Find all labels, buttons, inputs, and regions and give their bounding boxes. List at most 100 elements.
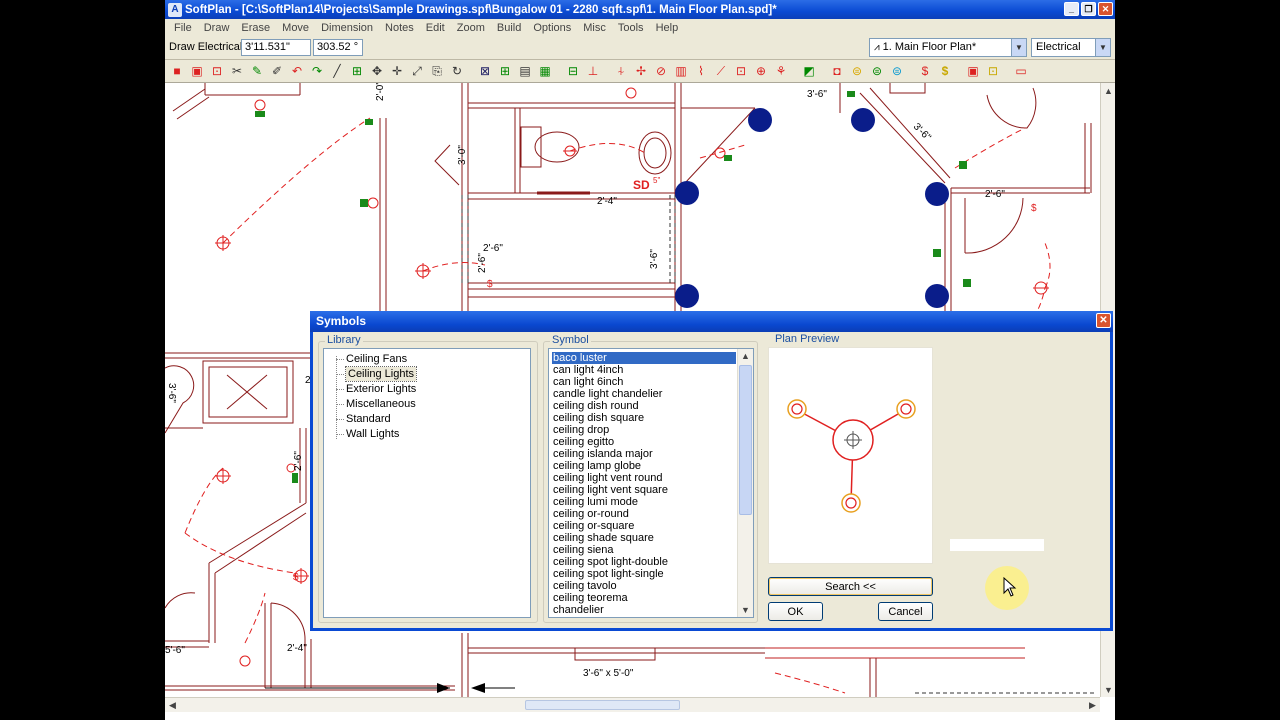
lock-icon[interactable]: ⊡ [208, 62, 226, 80]
menu-build[interactable]: Build [491, 22, 527, 34]
symbol-item[interactable]: candle light chandelier [552, 388, 736, 400]
symbol-item[interactable]: can light 4inch [552, 364, 736, 376]
pan-icon[interactable]: ✛ [388, 62, 406, 80]
exterior-light-icon[interactable]: ⚘ [772, 62, 790, 80]
edit-icon[interactable]: ✎ [248, 62, 266, 80]
tv-icon[interactable]: ▭ [1012, 62, 1030, 80]
symbol-item[interactable]: ceiling shade square [552, 532, 736, 544]
zoom-prev-icon[interactable]: ▤ [516, 62, 534, 80]
undo-icon[interactable]: ↶ [288, 62, 306, 80]
library-item-exterior-lights[interactable]: Exterior Lights [335, 382, 416, 396]
symbol-item[interactable]: ceiling lumi mode [552, 496, 736, 508]
menu-help[interactable]: Help [650, 22, 685, 34]
phone-icon[interactable]: ⊕ [752, 62, 770, 80]
symbol-list[interactable]: baco luster can light 4inch can light 6i… [548, 348, 754, 618]
ceiling-light-icon[interactable]: ✢ [632, 62, 650, 80]
cancel-button[interactable]: Cancel [878, 602, 933, 621]
minimize-button[interactable]: _ [1064, 2, 1079, 16]
switch-icon[interactable]: ⟋ [712, 62, 730, 80]
symbol-item[interactable]: ceiling drop [552, 424, 736, 436]
symbol-item[interactable]: chandelier [552, 604, 736, 616]
symbol-item[interactable]: ceiling or-square [552, 520, 736, 532]
stretch-icon[interactable]: ⤢ [408, 62, 426, 80]
symbol-list-scrollbar[interactable]: ▲ ▼ [737, 349, 753, 617]
menu-options[interactable]: Options [527, 22, 577, 34]
fan-icon[interactable]: ⊘ [652, 62, 670, 80]
menu-zoom[interactable]: Zoom [451, 22, 491, 34]
close-button[interactable]: ✕ [1098, 2, 1113, 16]
symbol-list-scroll-thumb[interactable] [739, 365, 752, 515]
draw-line-icon[interactable]: ╱ [328, 62, 346, 80]
bell-icon[interactable]: ⊡ [984, 62, 1002, 80]
panel-icon[interactable]: ▥ [672, 62, 690, 80]
save-icon[interactable]: ■ [168, 62, 186, 80]
symbol-item[interactable]: baco luster [552, 352, 736, 364]
redo-icon[interactable]: ↷ [308, 62, 326, 80]
symbol-item[interactable]: ceiling spot light-single [552, 568, 736, 580]
library-item-ceiling-lights[interactable]: Ceiling Lights [335, 366, 418, 382]
symbol-item[interactable]: ceiling islanda major [552, 448, 736, 460]
print-icon[interactable]: ▣ [188, 62, 206, 80]
dollar-red-icon[interactable]: $ [916, 62, 934, 80]
scroll-down-icon[interactable]: ▼ [1101, 682, 1115, 697]
symbol-item[interactable]: ceiling teorema [552, 592, 736, 604]
horizontal-scrollbar[interactable]: ◀ ▶ [165, 697, 1100, 712]
erase-icon[interactable]: ✂ [228, 62, 246, 80]
scroll-up-icon[interactable]: ▲ [1101, 83, 1115, 98]
scroll-up-icon[interactable]: ▲ [738, 349, 753, 363]
cable-icon[interactable]: ⊜ [888, 62, 906, 80]
symbol-item[interactable]: ceiling lamp globe [552, 460, 736, 472]
library-item-miscellaneous[interactable]: Miscellaneous [336, 397, 416, 411]
menu-tools[interactable]: Tools [612, 22, 650, 34]
menu-erase[interactable]: Erase [235, 22, 276, 34]
dialog-close-button[interactable]: ✕ [1096, 313, 1111, 328]
library-item-ceiling-fans[interactable]: Ceiling Fans [335, 352, 407, 366]
library-tree[interactable]: Ceiling Fans Ceiling Lights Exterior Lig… [323, 348, 531, 618]
menu-edit[interactable]: Edit [420, 22, 451, 34]
menu-notes[interactable]: Notes [379, 22, 420, 34]
symbol-item[interactable]: ceiling light vent round [552, 472, 736, 484]
library-item-wall-lights[interactable]: Wall Lights [335, 427, 399, 441]
horizontal-scroll-thumb[interactable] [525, 700, 680, 710]
pencil-icon[interactable]: ✐ [268, 62, 286, 80]
zoom-window-icon[interactable]: ⊠ [476, 62, 494, 80]
layer-select[interactable]: Electrical ▼ [1031, 38, 1111, 57]
symbol-item[interactable]: can light 6inch [552, 376, 736, 388]
outlet-icon[interactable]: ⊥ [584, 62, 602, 80]
symbol-item[interactable]: ceiling dish round [552, 400, 736, 412]
symbol-item[interactable]: ceiling spot light-double [552, 556, 736, 568]
library-item-standard[interactable]: Standard [336, 412, 391, 426]
layer-icon[interactable]: ◩ [800, 62, 818, 80]
light-icon[interactable]: ⍭ [612, 62, 630, 80]
receptacle-icon[interactable]: ◘ [828, 62, 846, 80]
rotate-icon[interactable]: ↻ [448, 62, 466, 80]
search-button[interactable]: Search << [768, 577, 933, 596]
ok-button[interactable]: OK [768, 602, 823, 621]
symbol-item[interactable]: ceiling siena [552, 544, 736, 556]
select-icon[interactable]: ⊞ [348, 62, 366, 80]
dimension-icon[interactable]: ⊟ [564, 62, 582, 80]
symbol-item[interactable]: ceiling dish square [552, 412, 736, 424]
menu-file[interactable]: File [168, 22, 198, 34]
scroll-down-icon[interactable]: ▼ [738, 603, 753, 617]
softplan-app-icon[interactable]: A [168, 2, 182, 17]
copy-icon[interactable]: ⎘ [428, 62, 446, 80]
wire-icon[interactable]: ⌇ [692, 62, 710, 80]
dollar-yellow-icon[interactable]: $ [936, 62, 954, 80]
smoke-detector-icon[interactable]: ⊡ [732, 62, 750, 80]
plan-select[interactable]: ⩘ 1. Main Floor Plan* ▼ [869, 38, 1027, 57]
menu-misc[interactable]: Misc [577, 22, 612, 34]
grid-icon[interactable]: ▦ [536, 62, 554, 80]
symbol-item[interactable]: ceiling egitto [552, 436, 736, 448]
zoom-fit-icon[interactable]: ⊞ [496, 62, 514, 80]
scroll-right-icon[interactable]: ▶ [1085, 698, 1100, 713]
alarm-icon[interactable]: ▣ [964, 62, 982, 80]
symbol-item[interactable]: ceiling light vent square [552, 484, 736, 496]
data-jack-icon[interactable]: ⊜ [868, 62, 886, 80]
scroll-left-icon[interactable]: ◀ [165, 698, 180, 713]
symbol-item[interactable]: ceiling or-round [552, 508, 736, 520]
gfi-icon[interactable]: ⊜ [848, 62, 866, 80]
menu-move[interactable]: Move [276, 22, 315, 34]
symbol-item[interactable]: ceiling tavolo [552, 580, 736, 592]
restore-button[interactable]: ❐ [1081, 2, 1096, 16]
